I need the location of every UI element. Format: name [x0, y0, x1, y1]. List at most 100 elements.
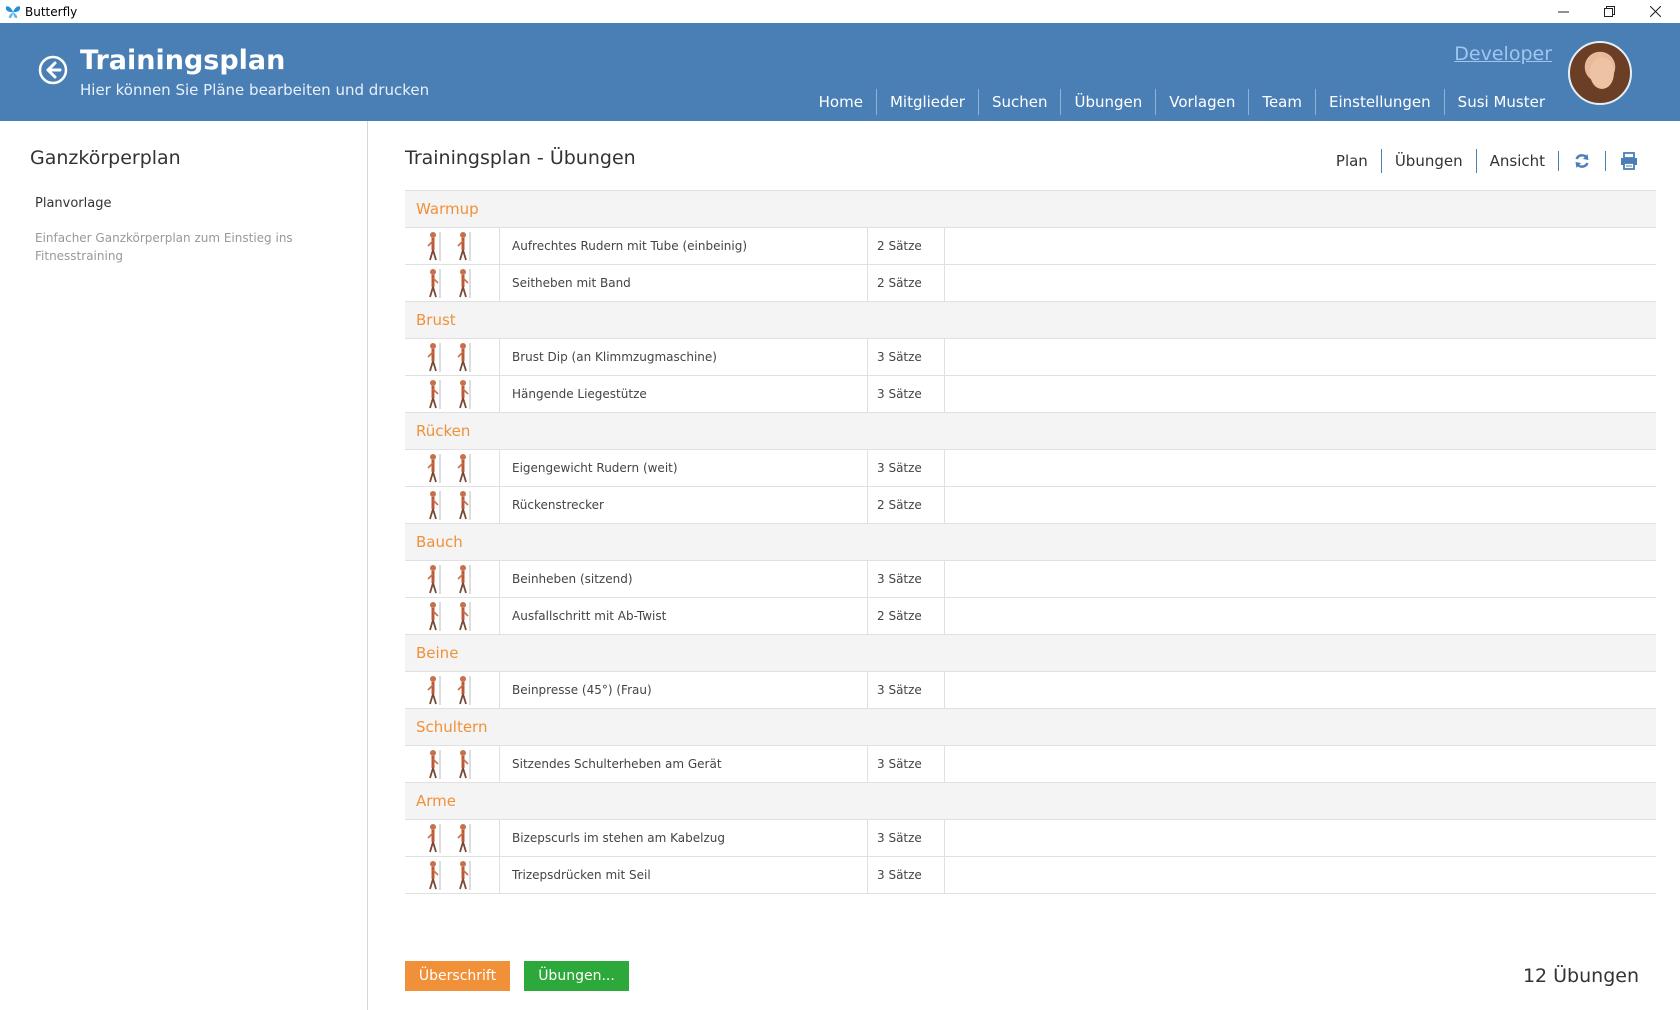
group-row[interactable]: Beine	[405, 635, 1656, 672]
close-icon	[1649, 6, 1661, 17]
print-button[interactable]	[1605, 151, 1652, 171]
nav-exercises[interactable]: Übungen	[1060, 89, 1155, 115]
exercise-thumbnail	[405, 820, 500, 856]
table-row[interactable]: Beinheben (sitzend) 3 Sätze	[405, 561, 1656, 598]
exercise-sets: 2 Sätze	[868, 598, 945, 634]
exercise-notes-cell	[945, 746, 1656, 782]
exercise-name: Brust Dip (an Klimmzugmaschine)	[500, 339, 868, 375]
tab-plan[interactable]: Plan	[1323, 149, 1381, 173]
back-arrow-icon[interactable]	[38, 55, 68, 85]
group-heading: Beine	[416, 644, 459, 662]
minimize-icon	[1557, 11, 1569, 13]
exercise-thumbnail	[405, 228, 500, 264]
plan-name: Ganzkörperplan	[30, 147, 181, 169]
exercise-name: Rückenstrecker	[500, 487, 868, 523]
exercise-thumbnail	[405, 561, 500, 597]
exercise-sets: 3 Sätze	[868, 561, 945, 597]
avatar[interactable]	[1568, 41, 1632, 105]
exercise-sets: 2 Sätze	[868, 265, 945, 301]
group-heading: Arme	[416, 792, 457, 810]
exercise-sets: 3 Sätze	[868, 339, 945, 375]
app-header: Trainingsplan Hier können Sie Pläne bear…	[0, 23, 1680, 121]
nav-home[interactable]: Home	[806, 89, 876, 115]
table-row[interactable]: Bizepscurls im stehen am Kabelzug 3 Sätze	[405, 820, 1656, 857]
exercise-sets: 3 Sätze	[868, 820, 945, 856]
exercise-notes-cell	[945, 450, 1656, 486]
exercise-name: Sitzendes Schulterheben am Gerät	[500, 746, 868, 782]
exercise-notes-cell	[945, 672, 1656, 708]
exercise-sets: 3 Sätze	[868, 672, 945, 708]
nav-user[interactable]: Susi Muster	[1443, 89, 1558, 115]
exercise-sets: 2 Sätze	[868, 487, 945, 523]
exercise-sets: 3 Sätze	[868, 746, 945, 782]
group-row[interactable]: Warmup	[405, 191, 1656, 228]
view-toolbar: Plan Übungen Ansicht	[1323, 149, 1652, 173]
exercise-sets: 3 Sätze	[868, 450, 945, 486]
group-heading: Schultern	[416, 718, 488, 736]
group-heading: Rücken	[416, 422, 471, 440]
nav-settings[interactable]: Einstellungen	[1314, 89, 1444, 115]
exercise-sets: 3 Sätze	[868, 376, 945, 412]
nav-templates[interactable]: Vorlagen	[1155, 89, 1248, 115]
plan-description: Einfacher Ganzkörperplan zum Einstieg in…	[35, 231, 293, 263]
exercise-notes-cell	[945, 561, 1656, 597]
exercise-notes-cell	[945, 376, 1656, 412]
exercise-thumbnail	[405, 265, 500, 301]
exercise-notes-cell	[945, 228, 1656, 264]
printer-icon	[1621, 152, 1637, 170]
exercise-thumbnail	[405, 376, 500, 412]
window-title: Butterfly	[25, 4, 78, 19]
exercise-thumbnail	[405, 450, 500, 486]
restore-icon	[1603, 6, 1615, 17]
exercise-notes-cell	[945, 265, 1656, 301]
tab-exercises[interactable]: Übungen	[1380, 149, 1476, 173]
exercise-notes-cell	[945, 598, 1656, 634]
table-row[interactable]: Brust Dip (an Klimmzugmaschine) 3 Sätze	[405, 339, 1656, 376]
exercise-name: Aufrechtes Rudern mit Tube (einbeinig)	[500, 228, 868, 264]
plan-type: Planvorlage	[35, 196, 112, 211]
section-title: Trainingsplan - Übungen	[405, 147, 636, 169]
refresh-icon	[1575, 154, 1589, 168]
table-row[interactable]: Rückenstrecker 2 Sätze	[405, 487, 1656, 524]
nav-search[interactable]: Suchen	[977, 89, 1061, 115]
nav-members[interactable]: Mitglieder	[875, 89, 978, 115]
exercise-sets: 2 Sätze	[868, 228, 945, 264]
group-heading: Brust	[416, 311, 456, 329]
exercise-notes-cell	[945, 820, 1656, 856]
add-heading-button[interactable]: Überschrift	[405, 961, 510, 991]
tab-view[interactable]: Ansicht	[1475, 149, 1558, 173]
nav-team[interactable]: Team	[1248, 89, 1315, 115]
group-row[interactable]: Bauch	[405, 524, 1656, 561]
table-row[interactable]: Beinpresse (45°) (Frau) 3 Sätze	[405, 672, 1656, 709]
exercise-name: Seitheben mit Band	[500, 265, 868, 301]
table-row[interactable]: Aufrechtes Rudern mit Tube (einbeinig) 2 …	[405, 228, 1656, 265]
exercise-thumbnail	[405, 672, 500, 708]
group-row[interactable]: Brust	[405, 302, 1656, 339]
group-heading: Bauch	[416, 533, 463, 551]
table-row[interactable]: Trizepsdrücken mit Seil 3 Sätze	[405, 857, 1656, 894]
close-button[interactable]	[1632, 0, 1678, 23]
restore-button[interactable]	[1586, 0, 1632, 23]
exercise-table: Warmup Aufrechtes Rudern mit Tube (einbei…	[405, 190, 1656, 894]
group-heading: Warmup	[416, 200, 479, 218]
minimize-button[interactable]	[1540, 0, 1586, 23]
table-row[interactable]: Eigengewicht Rudern (weit) 3 Sätze	[405, 450, 1656, 487]
exercise-name: Beinpresse (45°) (Frau)	[500, 672, 868, 708]
refresh-button[interactable]	[1558, 151, 1605, 171]
exercise-thumbnail	[405, 487, 500, 523]
exercise-notes-cell	[945, 339, 1656, 375]
group-row[interactable]: Rücken	[405, 413, 1656, 450]
group-row[interactable]: Arme	[405, 783, 1656, 820]
table-row[interactable]: Hängende Liegestütze 3 Sätze	[405, 376, 1656, 413]
table-row[interactable]: Ausfallschritt mit Ab-Twist 2 Sätze	[405, 598, 1656, 635]
exercise-name: Ausfallschritt mit Ab-Twist	[500, 598, 868, 634]
table-row[interactable]: Sitzendes Schulterheben am Gerät 3 Sätze	[405, 746, 1656, 783]
group-row[interactable]: Schultern	[405, 709, 1656, 746]
exercise-sets: 3 Sätze	[868, 857, 945, 893]
main-content: Trainingsplan - Übungen Plan Übungen Ans…	[369, 121, 1680, 1010]
exercise-name: Hängende Liegestütze	[500, 376, 868, 412]
table-row[interactable]: Seitheben mit Band 2 Sätze	[405, 265, 1656, 302]
add-exercises-button[interactable]: Übungen...	[524, 961, 629, 991]
main-nav: Home Mitglieder Suchen Übungen Vorlagen …	[806, 89, 1558, 115]
developer-link[interactable]: Developer	[1454, 43, 1552, 65]
